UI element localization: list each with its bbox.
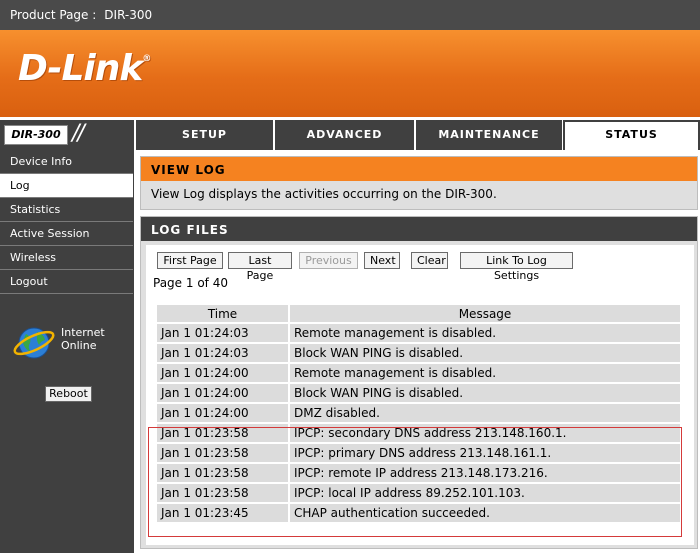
log-time: Jan 1 01:23:58 xyxy=(157,444,288,462)
log-time: Jan 1 01:23:45 xyxy=(157,504,288,522)
tab-advanced[interactable]: ADVANCED xyxy=(273,120,414,150)
log-files-body: First Page Last Page Previous Next Clear… xyxy=(146,245,694,545)
clear-button[interactable]: Clear xyxy=(411,252,448,269)
registered-mark: ® xyxy=(142,54,151,64)
view-log-title: VIEW LOG xyxy=(141,157,697,181)
log-time: Jan 1 01:24:00 xyxy=(157,364,288,382)
sidebar-item-device-info[interactable]: Device Info xyxy=(0,150,133,174)
link-to-log-settings-button[interactable]: Link To Log Settings xyxy=(460,252,573,282)
log-message: Remote management is disabled. xyxy=(290,324,680,342)
log-message: Block WAN PING is disabled. xyxy=(290,344,680,362)
last-page-button[interactable]: Last Page xyxy=(228,252,292,282)
log-message: DMZ disabled. xyxy=(290,404,680,422)
table-row: Jan 1 01:23:58 IPCP: secondary DNS addres… xyxy=(157,424,680,442)
status-text: Internet Online xyxy=(61,326,105,352)
view-log-panel: VIEW LOG View Log displays the activitie… xyxy=(140,156,698,210)
column-header-message: Message xyxy=(290,305,680,322)
log-message: IPCP: secondary DNS address 213.148.160.… xyxy=(290,424,680,442)
table-row: Jan 1 01:24:00 Remote management is disab… xyxy=(157,364,680,382)
tab-maintenance[interactable]: MAINTENANCE xyxy=(414,120,562,150)
log-time: Jan 1 01:24:00 xyxy=(157,384,288,402)
sidebar: Device Info Log Statistics Active Sessio… xyxy=(0,150,134,553)
internet-globe-icon xyxy=(13,327,55,359)
log-table-header: Time Message xyxy=(157,305,680,322)
log-time: Jan 1 01:24:03 xyxy=(157,344,288,362)
log-time: Jan 1 01:23:58 xyxy=(157,464,288,482)
table-row: Jan 1 01:24:00 Block WAN PING is disabled… xyxy=(157,384,680,402)
view-log-description: View Log displays the activities occurri… xyxy=(151,187,497,201)
sidebar-item-logout[interactable]: Logout xyxy=(0,270,133,294)
column-header-time: Time xyxy=(157,305,288,322)
model-name: DIR-300 xyxy=(4,125,68,145)
status-line-1: Internet xyxy=(61,326,105,339)
log-table: Time Message Jan 1 01:24:03 Remote manage… xyxy=(155,303,682,524)
next-button[interactable]: Next xyxy=(364,252,400,269)
log-message: IPCP: primary DNS address 213.148.161.1. xyxy=(290,444,680,462)
product-bar: Product Page : DIR-300 xyxy=(0,0,700,30)
table-row: Jan 1 01:23:45 CHAP authentication succee… xyxy=(157,504,680,522)
log-message: IPCP: local IP address 89.252.101.103. xyxy=(290,484,680,502)
log-message: Block WAN PING is disabled. xyxy=(290,384,680,402)
dlink-logo: D-Link® xyxy=(18,48,151,89)
log-message: IPCP: remote IP address 213.148.173.216. xyxy=(290,464,680,482)
log-message: Remote management is disabled. xyxy=(290,364,680,382)
log-files-panel: LOG FILES First Page Last Page Previous … xyxy=(140,216,698,549)
log-time: Jan 1 01:24:03 xyxy=(157,324,288,342)
model-badge: DIR-300 // xyxy=(0,120,134,150)
table-row: Jan 1 01:23:58 IPCP: remote IP address 21… xyxy=(157,464,680,482)
sidebar-item-active-session[interactable]: Active Session xyxy=(0,222,133,246)
log-time: Jan 1 01:24:00 xyxy=(157,404,288,422)
log-time: Jan 1 01:23:58 xyxy=(157,484,288,502)
page-indicator: Page 1 of 40 xyxy=(153,276,228,290)
table-row: Jan 1 01:23:58 IPCP: primary DNS address … xyxy=(157,444,680,462)
main-nav: SETUP ADVANCED MAINTENANCE STATUS xyxy=(134,120,700,150)
tab-setup[interactable]: SETUP xyxy=(134,120,273,150)
tab-status[interactable]: STATUS xyxy=(563,120,700,150)
sidebar-item-log[interactable]: Log xyxy=(0,174,133,198)
brand-header: D-Link® xyxy=(0,30,700,117)
first-page-button[interactable]: First Page xyxy=(157,252,223,269)
model-slashes: // xyxy=(72,121,85,146)
table-row: Jan 1 01:24:00 DMZ disabled. xyxy=(157,404,680,422)
logo-text: D-Link xyxy=(18,48,143,89)
previous-button[interactable]: Previous xyxy=(299,252,358,269)
reboot-button[interactable]: Reboot xyxy=(45,386,92,402)
sidebar-item-statistics[interactable]: Statistics xyxy=(0,198,133,222)
status-line-2: Online xyxy=(61,339,97,352)
table-row: Jan 1 01:24:03 Block WAN PING is disabled… xyxy=(157,344,680,362)
product-label: Product Page : xyxy=(10,8,97,22)
log-time: Jan 1 01:23:58 xyxy=(157,424,288,442)
sidebar-item-wireless[interactable]: Wireless xyxy=(0,246,133,270)
log-message: CHAP authentication succeeded. xyxy=(290,504,680,522)
table-row: Jan 1 01:23:58 IPCP: local IP address 89.… xyxy=(157,484,680,502)
table-row: Jan 1 01:24:03 Remote management is disab… xyxy=(157,324,680,342)
product-value: DIR-300 xyxy=(104,8,153,22)
internet-status: Internet Online xyxy=(12,322,122,362)
log-files-title: LOG FILES xyxy=(141,217,697,241)
